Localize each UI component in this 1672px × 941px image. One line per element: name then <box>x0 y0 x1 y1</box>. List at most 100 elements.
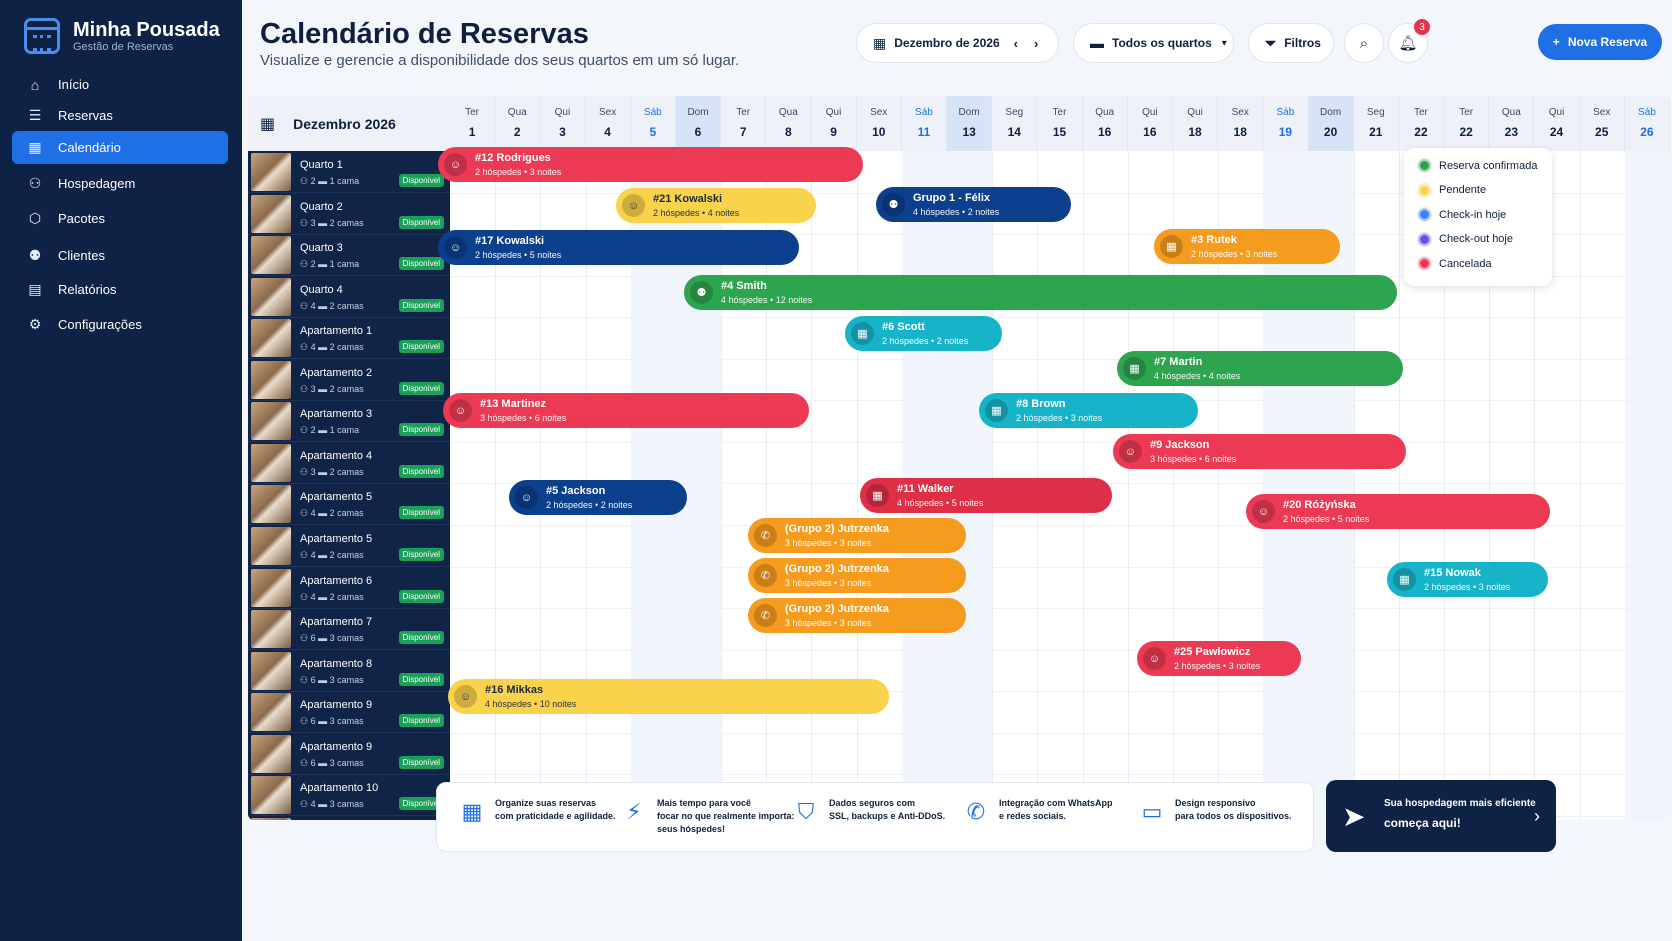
day-header-14[interactable]: Qua 16 <box>1083 96 1128 151</box>
chevron-right-icon[interactable]: › <box>1034 36 1038 51</box>
room-name: Quarto 1 <box>300 159 343 171</box>
room-row[interactable]: Apartamento 9 ⚇ 6 ▬ 3 camas Disponível <box>248 733 450 775</box>
room-row[interactable]: Apartamento 8 ⚇ 6 ▬ 3 camas Disponível <box>248 650 450 692</box>
day-number: 18 <box>1233 125 1247 139</box>
day-name: Dom <box>958 107 980 118</box>
booking-bar[interactable]: ▦ #7 Martin 4 hóspedes • 4 noites <box>1117 351 1403 386</box>
day-header-22[interactable]: Ter 22 <box>1444 96 1490 151</box>
day-header-24[interactable]: Qui 24 <box>1534 96 1580 151</box>
day-header-19[interactable]: Dom 20 <box>1308 96 1354 151</box>
day-header-1[interactable]: Qua 2 <box>495 96 541 151</box>
search-button[interactable]: ⌕ <box>1344 23 1384 63</box>
booking-bar[interactable]: ⚉ #4 Smith 4 hóspedes • 12 noites <box>684 275 1397 310</box>
chevron-left-icon[interactable]: ‹ <box>1014 36 1018 51</box>
sidebar-item-inicio[interactable]: ⌂ Início <box>12 68 228 101</box>
room-row[interactable]: Apartamento 12A⚇ 8 ▬ 4 camasDisponível <box>248 816 450 820</box>
booking-bar[interactable]: ✆ (Grupo 2) Jutrzenka 3 hóspedes • 3 noite… <box>748 518 966 553</box>
booking-bar[interactable]: ✆ (Grupo 2) Jutrzenka 3 hóspedes • 3 noite… <box>748 598 966 633</box>
day-header-10[interactable]: Sáb 11 <box>902 96 948 151</box>
calendar-icon: ▦ <box>260 115 276 133</box>
room-row[interactable]: Quarto 1 ⚇ 2 ▬ 1 cama Disponível <box>248 151 450 193</box>
booking-details: 2 hóspedes • 5 noites <box>1283 514 1370 524</box>
booking-bar[interactable]: ☺ #17 Kowalski 2 hóspedes • 5 noites <box>438 230 799 265</box>
day-header-15[interactable]: Qui 16 <box>1128 96 1173 151</box>
day-header-9[interactable]: Sex 10 <box>857 96 902 151</box>
booking-bar[interactable]: ▦ #11 Walker 4 hóspedes • 5 noites <box>860 478 1112 513</box>
sidebar-item-hospedagem[interactable]: ⚇ Hospedagem <box>12 167 228 200</box>
day-header-17[interactable]: Sex 18 <box>1218 96 1264 151</box>
day-header-12[interactable]: Seg 14 <box>992 96 1038 151</box>
room-row[interactable]: Apartamento 7 ⚇ 6 ▬ 3 camas Disponível <box>248 608 450 651</box>
booking-bar[interactable]: ▦ #15 Nowak 2 hóspedes • 3 noites <box>1387 562 1548 597</box>
booking-bar[interactable]: ▦ #8 Brown 2 hóspedes • 3 noites <box>979 393 1198 428</box>
new-reservation-button[interactable]: + Nova Reserva <box>1538 24 1662 60</box>
day-number: 16 <box>1097 125 1112 139</box>
day-number: 14 <box>1007 125 1021 139</box>
day-header-23[interactable]: Qua 23 <box>1489 96 1535 151</box>
day-header-0[interactable]: Ter 1 <box>450 96 496 151</box>
sidebar-item-reservas[interactable]: ☰ Reservas <box>12 99 228 132</box>
legend-dot <box>1418 208 1431 221</box>
room-row[interactable]: Apartamento 1 ⚇ 4 ▬ 2 camas Disponível <box>248 317 450 360</box>
day-header-26[interactable]: Sáb 26 <box>1625 96 1670 151</box>
room-filter-select[interactable]: ▬ Todos os quartos ▾ <box>1073 23 1234 63</box>
day-name: Ter <box>1459 107 1474 118</box>
room-row[interactable]: Apartamento 9 ⚇ 6 ▬ 3 camas Disponível <box>248 691 450 734</box>
day-name: Qui <box>554 107 571 118</box>
room-row[interactable]: Quarto 4 ⚇ 4 ▬ 2 camas Disponível <box>248 276 450 318</box>
day-header-11[interactable]: Dom 13 <box>947 96 993 151</box>
user-icon: ☺ <box>444 153 467 176</box>
booking-bar[interactable]: ☺ #9 Jackson 3 hóspedes • 6 noites <box>1113 434 1406 469</box>
day-header-18[interactable]: Sáb 19 <box>1263 96 1309 151</box>
booking-bar[interactable]: ☺ #12 Rodrigues 2 hóspedes • 3 noites <box>438 147 863 182</box>
booking-bar[interactable]: ☺ #21 Kowalski 2 hóspedes • 4 noites <box>616 188 816 223</box>
sidebar-item-configuracoes[interactable]: ⚙ Configurações <box>12 308 228 341</box>
booking-bar[interactable]: ☺ #16 Mikkas 4 hóspedes • 10 noites <box>448 679 889 714</box>
booking-title: Grupo 1 - Félix <box>913 192 991 204</box>
day-header-20[interactable]: Seg 21 <box>1354 96 1399 151</box>
booking-details: 2 hóspedes • 2 noites <box>882 336 969 346</box>
room-row[interactable]: Apartamento 3 ⚇ 2 ▬ 1 cama Disponível <box>248 400 450 443</box>
day-header-2[interactable]: Qui 3 <box>540 96 586 151</box>
legend-label: Reserva confirmada <box>1439 159 1538 172</box>
sidebar-item-clientes[interactable]: ⚉ Clientes <box>12 239 228 272</box>
sidebar-item-pacotes[interactable]: ⬡ Pacotes <box>12 202 228 235</box>
sidebar-item-relatorios[interactable]: ▤ Relatórios <box>12 273 228 306</box>
booking-bar[interactable]: ⚉ Grupo 1 - Félix 4 hóspedes • 2 noites <box>876 187 1071 222</box>
month-picker[interactable]: ▦ Dezembro de 2026 ‹ › <box>856 23 1059 63</box>
room-row[interactable]: Apartamento 5 ⚇ 4 ▬ 2 camas Disponível <box>248 525 450 567</box>
room-row[interactable]: Apartamento 10 ⚇ 4 ▬ 3 camas Disponível <box>248 774 450 817</box>
room-capacity: ⚇ 4 ▬ 2 camas <box>300 342 364 353</box>
day-header-16[interactable]: Qui 18 <box>1173 96 1219 151</box>
booking-bar[interactable]: ☺ #25 Pawlowicz 2 hóspedes • 3 noites <box>1137 641 1301 676</box>
day-header-13[interactable]: Ter 15 <box>1037 96 1083 151</box>
sidebar-item-calendario[interactable]: ▦ Calendário <box>12 131 228 164</box>
booking-bar[interactable]: ☺ #5 Jackson 2 hóspedes • 2 noites <box>509 480 687 515</box>
status-badge: Disponível <box>398 298 444 312</box>
bed-icon: ▬ <box>315 549 330 560</box>
day-header-4[interactable]: Sáb 5 <box>631 96 676 151</box>
booking-bar[interactable]: ✆ (Grupo 2) Jutrzenka 3 hóspedes • 3 noite… <box>748 558 966 593</box>
room-row[interactable]: Quarto 3 ⚇ 2 ▬ 1 cama Disponível <box>248 234 450 277</box>
day-header-6[interactable]: Ter 7 <box>721 96 767 151</box>
day-header-8[interactable]: Qui 9 <box>811 96 857 151</box>
booking-bar[interactable]: ▦ #6 Scott 2 hóspedes • 2 noites <box>845 316 1002 351</box>
booking-bar[interactable]: ▦ #3 Rutek 2 hóspedes • 3 noites <box>1154 229 1340 264</box>
room-name: Quarto 3 <box>300 242 343 255</box>
room-row[interactable]: Apartamento 2 ⚇ 3 ▬ 2 camas Disponível <box>248 359 450 401</box>
room-row[interactable]: Apartamento 6 ⚇ 4 ▬ 2 camas Disponível <box>248 567 450 609</box>
day-header-21[interactable]: Ter 22 <box>1399 96 1445 151</box>
day-header-5[interactable]: Dom 6 <box>675 96 722 151</box>
filters-button[interactable]: ⏷ Filtros <box>1248 23 1334 63</box>
cta-banner[interactable]: ➤ Sua hospedagem mais eficiente começa a… <box>1326 780 1556 852</box>
day-header-25[interactable]: Sex 25 <box>1580 96 1625 151</box>
room-row[interactable]: Apartamento 5 ⚇ 4 ▬ 2 camas Disponível <box>248 483 450 526</box>
day-header-3[interactable]: Sex 4 <box>586 96 631 151</box>
day-header-7[interactable]: Qua 8 <box>766 96 812 151</box>
status-badge: Disponível <box>398 257 444 271</box>
room-row[interactable]: Apartamento 4 ⚇ 3 ▬ 2 camas Disponível <box>248 442 450 484</box>
room-row[interactable]: Quarto 2 ⚇ 3 ▬ 2 camas Disponível <box>248 193 450 235</box>
notifications-button[interactable]: 🔔︎ 3 <box>1388 19 1430 63</box>
booking-bar[interactable]: ☺ #20 Różyńska 2 hóspedes • 5 noites <box>1246 494 1550 529</box>
booking-bar[interactable]: ☺ #13 Martinez 3 hóspedes • 6 noites <box>443 393 809 428</box>
